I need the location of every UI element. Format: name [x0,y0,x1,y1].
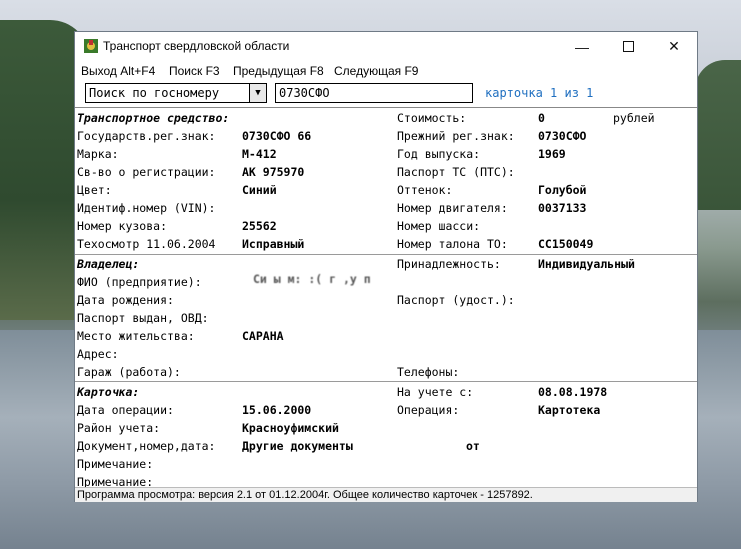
search-toolbar: Поиск по госномеру ▼ 0730СФО карточка 1 … [75,81,697,108]
registered-label: На учете с: [397,385,474,399]
search-mode-select[interactable]: Поиск по госномеру ▼ [85,83,267,103]
district-label: Район учета: [77,421,161,435]
cost-value: 0 [538,111,545,125]
shade-value: Голубой [538,183,587,197]
menu-bar: Выход Alt+F4 Поиск F3 Предыдущая F8 След… [75,61,697,81]
record-panel: Транспортное средство: Государств.рег.зн… [75,108,697,489]
ticket-label: Номер талона ТО: [397,237,508,251]
body-label: Номер кузова: [77,219,168,233]
pts-label: Паспорт ТС (ПТС): [397,165,515,179]
cert-label: Св-во о регистрации: [77,165,216,179]
inspection-value: Исправный [242,237,305,251]
year-value: 1969 [538,147,566,161]
document-value: Другие документы [242,439,353,453]
color-label: Цвет: [77,183,112,197]
maximize-icon [622,41,634,52]
belonging-label: Принадлежность: [397,257,501,271]
search-input[interactable]: 0730СФО [275,83,473,103]
menu-search[interactable]: Поиск F3 [169,64,220,78]
menu-next[interactable]: Следующая F9 [334,64,418,78]
chassis-label: Номер шасси: [397,219,481,233]
menu-previous[interactable]: Предыдущая F8 [233,64,324,78]
close-button[interactable]: ✕ [651,32,697,61]
minimize-button[interactable]: — [559,32,605,61]
color-value: Синий [242,183,277,197]
title-bar[interactable]: Транспорт свердловской области — ✕ [75,32,697,61]
registered-value: 08.08.1978 [538,385,608,399]
search-mode-value: Поиск по госномеру [89,86,220,100]
card-section-title: Карточка: [77,385,140,399]
card-counter: карточка 1 из 1 [485,86,594,100]
maximize-button[interactable] [605,32,651,61]
fio-label: ФИО (предприятие): [77,275,202,289]
app-icon [84,39,98,53]
forest-hill-right [695,60,741,210]
vin-label: Идентиф.номер (VIN): [77,201,216,215]
passport-issued-label: Паспорт выдан, ОВД: [77,311,209,325]
note-label: Примечание: [77,457,154,471]
vehicle-section-title: Транспортное средство: [77,111,230,125]
operation-label: Операция: [397,403,460,417]
cost-unit: рублей [613,111,655,125]
address-label: Адрес: [77,347,119,361]
brand-label: Марка: [77,147,119,161]
phones-label: Телефоны: [397,365,460,379]
district-value: Красноуфимский [242,421,339,435]
status-bar: Программа просмотра: версия 2.1 от 01.12… [75,487,697,502]
cost-label: Стоимость: [397,111,467,125]
app-window: Транспорт свердловской области — ✕ Выход… [74,31,698,502]
divider [75,381,697,382]
reg-value: 0730СФО 66 [242,129,312,143]
residence-label: Место жительства: [77,329,195,343]
engine-label: Номер двигателя: [397,201,508,215]
fio-value: Си ы м: :( г ,у п [253,272,371,286]
shade-label: Оттенок: [397,183,453,197]
cert-value: АК 975970 [242,165,305,179]
divider [75,254,697,255]
birth-label: Дата рождения: [77,293,174,307]
operation-date-label: Дата операции: [77,403,174,417]
passport-label: Паспорт (удост.): [397,293,515,307]
chevron-down-icon[interactable]: ▼ [249,84,266,102]
close-icon: ✕ [668,38,680,54]
window-title: Транспорт свердловской области [103,39,290,53]
reg-label: Государств.рег.знак: [77,129,216,143]
inspection-label: Техосмотр 11.06.2004 [77,237,216,251]
prev-reg-value: 0730СФО [538,129,587,143]
belonging-value: Индивидуальный [538,257,635,271]
document-from: от [466,439,480,453]
garage-label: Гараж (работа): [77,365,181,379]
menu-exit[interactable]: Выход Alt+F4 [81,64,155,78]
body-value: 25562 [242,219,277,233]
owner-section-title: Владелец: [77,257,140,271]
operation-value: Картотека [538,403,601,417]
residence-value: САРАНА [242,329,284,343]
operation-date-value: 15.06.2000 [242,403,312,417]
minimize-icon: — [575,38,589,55]
document-label: Документ,номер,дата: [77,439,216,453]
year-label: Год выпуска: [397,147,481,161]
brand-value: М-412 [242,147,277,161]
engine-value: 0037133 [538,201,587,215]
prev-reg-label: Прежний рег.знак: [397,129,515,143]
ticket-value: СС150049 [538,237,594,251]
